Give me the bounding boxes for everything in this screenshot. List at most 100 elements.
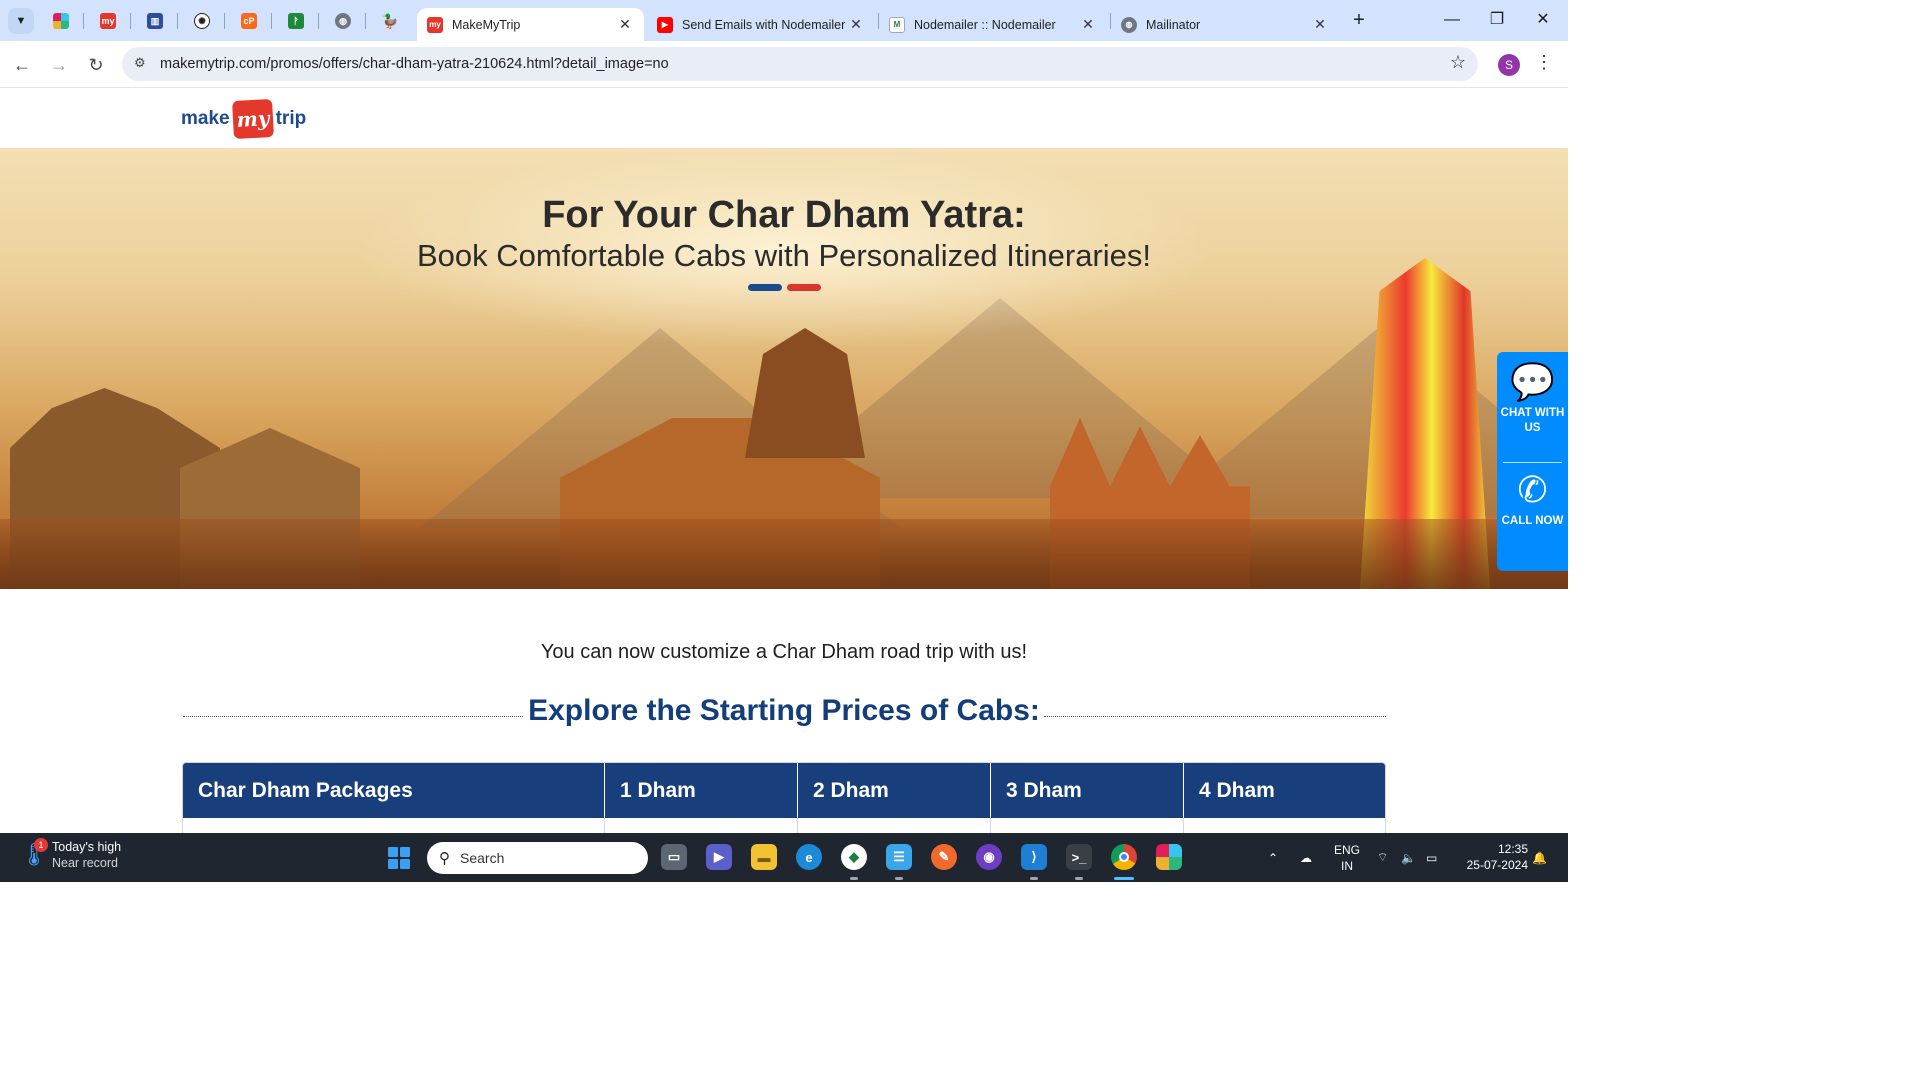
table-cell [183,818,605,833]
tab-title: Send Emails with Nodemailer [682,17,846,32]
hero-title: For Your Char Dham Yatra: [542,194,1026,236]
pinned-tab-makemytrip[interactable]: my [96,9,120,33]
pinned-tab-app[interactable]: ▥ [143,9,167,33]
app-running-indicator [1030,877,1038,880]
task-view-icon[interactable]: ▭ [661,844,687,870]
green-app-icon: ᚹ [288,13,304,29]
weather-line-1: Today's high [52,840,122,854]
tab-divider [318,13,319,29]
building-icon: ▥ [147,13,163,29]
tab-search-button[interactable]: ▼ [8,8,34,34]
table-header-cell: Char Dham Packages [183,763,605,818]
globe-icon: ◍ [1121,16,1137,33]
table-header-cell: 4 Dham [1199,779,1275,802]
tab-divider [177,13,178,29]
forward-arrow-icon[interactable]: → [45,51,73,79]
close-tab-icon[interactable]: ✕ [1079,16,1097,33]
app-running-indicator [850,877,858,880]
pinned-tab-app-green[interactable]: ᚹ [284,9,308,33]
tab-mailinator[interactable]: ◍ Mailinator ✕ [1111,8,1339,41]
pinned-tab-duck[interactable]: 🦆 [378,9,402,33]
file-explorer-icon[interactable]: ▬ [751,844,777,870]
call-label: CALL NOW [1501,515,1564,527]
postman-icon[interactable]: ✎ [931,844,957,870]
show-hidden-icons[interactable]: ⌃ [1268,833,1278,882]
table-header-cell: 3 Dham [991,763,1184,818]
hero-banner: For Your Char Dham Yatra: Book Comfortab… [0,148,1568,589]
pinned-tab-slack[interactable] [49,9,73,33]
github-desktop-icon[interactable]: ◉ [976,844,1002,870]
teams-icon[interactable]: ▶ [706,844,732,870]
makemytrip-logo[interactable]: make my trip [181,98,307,140]
hero-subtitle: Book Comfortable Cabs with Personalized … [416,238,1151,273]
volume-icon[interactable]: 🔈 [1401,833,1416,882]
system-clock[interactable]: 12:35 25-07-2024 [1456,841,1528,873]
windows-start-icon[interactable] [388,847,410,869]
hero-accent-bar-blue [748,284,782,291]
tab-send-emails[interactable]: ▶ Send Emails with Nodemailer ✕ [647,8,875,41]
url-text[interactable]: makemytrip.com/promos/offers/char-dham-y… [160,56,669,72]
profile-avatar[interactable]: S [1498,54,1520,76]
pinned-tab-app-orange[interactable]: cP [237,9,261,33]
intro-text: You can now customize a Char Dham road t… [540,641,1028,663]
close-tab-icon[interactable]: ✕ [616,16,634,33]
close-tab-icon[interactable]: ✕ [1311,16,1329,33]
minimize-button[interactable]: — [1429,6,1475,34]
chevron-up-icon: ⌃ [1268,850,1279,865]
tab-divider [365,13,366,29]
contact-float-panel: 💬 CHAT WITH US ✆ CALL NOW [1497,352,1568,571]
tab-divider [83,13,84,29]
section-title: Explore the Starting Prices of Cabs: [528,694,1040,727]
chat-with-us-button[interactable]: 💬 CHAT WITH US [1497,362,1568,436]
slack-icon[interactable] [1156,844,1182,870]
pinned-tab-globe[interactable]: ◍ [331,9,355,33]
restore-button[interactable]: ❐ [1474,6,1520,34]
tab-nodemailer[interactable]: M Nodemailer :: Nodemailer ✕ [879,8,1107,41]
battery-icon[interactable]: ▭ [1426,833,1437,882]
language-line-1: ENG [1334,842,1361,857]
call-now-button[interactable]: ✆ CALL NOW [1497,470,1568,529]
tab-title: Mailinator [1146,17,1201,32]
duck-icon: 🦆 [381,12,399,29]
terminal-icon[interactable]: >_ [1066,844,1092,870]
tab-divider [224,13,225,29]
site-info-icon[interactable]: ⚙ [134,55,152,73]
onedrive-icon[interactable]: ☁ [1300,833,1312,882]
table-cell [605,818,798,833]
wifi-icon[interactable]: ⌔ [1377,833,1388,882]
vscode-icon[interactable]: ⟩ [1021,844,1047,870]
web-page: make my trip For Your Char Dham Yatra: B… [0,89,1568,833]
slack-icon [53,13,69,29]
weather-widget[interactable]: 🌡 1 Today's high Near record [20,838,122,871]
browser-toolbar: ← → ↻ ⚙ makemytrip.com/promos/offers/cha… [0,41,1568,88]
chrome-icon[interactable] [1111,844,1137,870]
new-tab-button[interactable]: + [1347,9,1371,33]
reload-icon[interactable]: ↻ [82,51,110,79]
notepad-icon[interactable]: ☰ [886,844,912,870]
address-bar[interactable]: ⚙ makemytrip.com/promos/offers/char-dham… [122,47,1478,81]
back-arrow-icon[interactable]: ← [8,51,36,79]
table-header-cell: 1 Dham [605,763,798,818]
taskbar-search-box[interactable]: ⚲ Search [427,842,648,874]
pinned-tab-openai[interactable]: ✺ [190,9,214,33]
browser-menu-icon[interactable]: ⋮ [1535,52,1553,73]
notification-bell-icon[interactable]: 🔔 [1532,833,1547,882]
chat-label: CHAT WITH US [1500,407,1565,434]
weather-line-2: Near record [52,856,118,870]
close-tab-icon[interactable]: ✕ [847,16,865,33]
openai-icon: ✺ [194,13,210,29]
chat-bubble-icon: 💬 [1510,361,1555,402]
table-cell [798,818,991,833]
mongodb-compass-icon[interactable]: ◆ [841,844,867,870]
phone-icon: ✆ [1517,469,1548,510]
logo-my: my [231,98,274,140]
close-window-button[interactable]: ✕ [1520,6,1566,34]
logo-trip: trip [275,108,307,129]
app-running-indicator [895,877,903,880]
chevron-down-icon: ▼ [15,15,27,27]
language-indicator[interactable]: ENG IN [1334,833,1360,882]
bookmark-star-icon[interactable]: ☆ [1450,52,1466,73]
table-header: Char Dham Packages 1 Dham 2 Dham 3 Dham … [183,763,1385,818]
tab-makemytrip[interactable]: my MakeMyTrip ✕ [417,8,644,41]
edge-icon[interactable]: e [796,844,822,870]
